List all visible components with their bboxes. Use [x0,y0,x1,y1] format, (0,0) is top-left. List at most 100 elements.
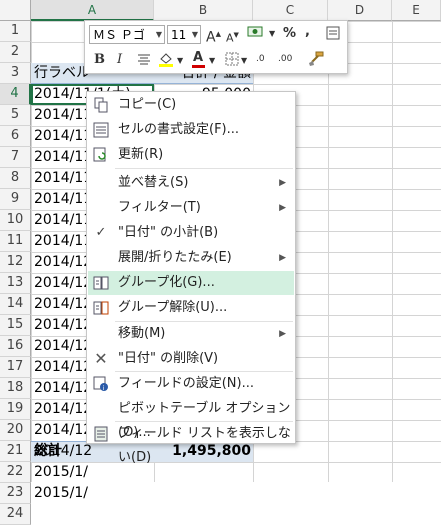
refresh-icon [93,147,109,163]
menu-item-9[interactable]: グループ解除(U)... [88,296,294,320]
font-size-value: 11 [171,28,187,42]
menu-item-1[interactable]: コピー(C) [88,93,294,117]
field-list-icon [93,426,109,442]
increase-decimal-button[interactable]: .0 [256,50,265,68]
font-name-box[interactable]: ＭＳ Ｐゴ ▼ [89,25,165,44]
menu-item-label: セルの書式設定(F)... [118,122,240,137]
row-header-7[interactable]: 7 [0,147,31,168]
chevron-right-icon: ▶ [279,329,286,339]
menu-item-4[interactable]: 並べ替え(S) ▶ [88,171,294,195]
group-icon [93,275,109,291]
font-name-value: ＭＳ Ｐゴ [93,28,145,42]
menu-item-label: 更新(R) [118,147,164,162]
row-header-13[interactable]: 13 [0,273,31,294]
row-header-19[interactable]: 19 [0,399,31,420]
percent-style-button[interactable]: % [283,25,296,43]
bold-button[interactable]: B [94,51,105,69]
font-color-button[interactable]: A [192,49,205,68]
row-header-22[interactable]: 22 [0,462,31,483]
row-header-11[interactable]: 11 [0,231,31,252]
copy-icon [93,97,109,113]
comma-style-button[interactable]: , [305,23,310,41]
menu-item-11[interactable]: ✕ "日付" の削除(V) [88,347,294,371]
row-header-24[interactable]: 24 [0,504,31,525]
fill-color-icon[interactable] [157,50,175,74]
row-header-2[interactable]: 2 [0,42,31,63]
chevron-right-icon: ▶ [279,203,286,213]
chevron-down-icon[interactable]: ▼ [177,52,183,70]
row-header-8[interactable]: 8 [0,168,31,189]
select-all-corner[interactable] [0,0,31,21]
format-painter-box-icon[interactable] [325,25,341,47]
row-header-9[interactable]: 9 [0,189,31,210]
menu-item-label: フィールド リストを表示しない(D) [118,426,291,465]
menu-item-label: 移動(M) [118,326,166,341]
row-header-17[interactable]: 17 [0,357,31,378]
menu-item-7[interactable]: 展開/折りたたみ(E) ▶ [88,246,294,270]
column-header-e[interactable]: E [392,0,441,21]
grow-font-button[interactable]: A▲ [206,25,221,47]
shrink-font-button[interactable]: A▼ [226,26,239,48]
row-header-16[interactable]: 16 [0,336,31,357]
chevron-down-icon[interactable]: ▼ [269,25,275,43]
align-center-icon[interactable] [137,52,151,72]
field-settings-icon: i [93,376,109,392]
menu-item-13[interactable]: ピボットテーブル オプション(O)... [88,397,294,440]
decrease-decimal-button[interactable]: .00 [278,50,292,68]
menu-separator [115,168,293,169]
menu-item-6[interactable]: ✓ "日付" の小計(B) [88,221,294,245]
row-header-10[interactable]: 10 [0,210,31,231]
row-header-4[interactable]: 4 [0,84,31,105]
menu-item-5[interactable]: フィルター(T) ▶ [88,196,294,220]
menu-item-2[interactable]: セルの書式設定(F)... [88,118,294,142]
menu-item-14[interactable]: フィールド リストを表示しない(D) [88,422,294,465]
delete-x-icon: ✕ [94,349,108,368]
menu-item-label: グループ解除(U)... [118,300,228,315]
row-header-1[interactable]: 1 [0,21,31,42]
context-menu: コピー(C) セルの書式設定(F)... 更新(R) 並べ替え(S) ▶ フィルター(T)… [86,91,296,465]
menu-item-label: コピー(C) [118,97,177,112]
chevron-down-icon[interactable]: ▼ [209,52,215,70]
row-header-18[interactable]: 18 [0,378,31,399]
row-header-20[interactable]: 20 [0,420,31,441]
chevron-down-icon[interactable]: ▼ [241,52,247,70]
menu-item-label: 並べ替え(S) [118,175,189,190]
menu-item-label: "日付" の小計(B) [118,225,219,240]
menu-item-label: フィールドの設定(N)... [118,376,255,391]
row-header-15[interactable]: 15 [0,315,31,336]
format-painter-icon[interactable] [307,50,325,74]
column-header-c[interactable]: C [253,0,328,21]
menu-item-label: グループ化(G)... [118,275,215,290]
row-header-5[interactable]: 5 [0,105,31,126]
ungroup-icon [93,300,109,316]
menu-item-label: "日付" の削除(V) [118,351,219,366]
row-header-12[interactable]: 12 [0,252,31,273]
italic-button[interactable]: I [117,51,122,69]
row-header-23[interactable]: 23 [0,483,31,504]
menu-item-label: フィルター(T) [118,200,201,215]
borders-icon[interactable] [225,52,239,72]
font-size-box[interactable]: 11 ▼ [167,25,201,44]
menu-item-8[interactable]: グループ化(G)... [88,271,294,295]
amount-cell[interactable] [156,483,251,504]
chevron-down-icon[interactable]: ▼ [156,26,162,44]
mini-toolbar: ＭＳ Ｐゴ ▼ 11 ▼ A▲ A▼ ▼ % , B I ▼ A ▼ ▼ .0 … [84,20,348,74]
chevron-down-icon[interactable]: ▼ [192,26,198,44]
row-header-3[interactable]: 3 [0,63,31,84]
menu-item-label: 展開/折りたたみ(E) [118,250,232,265]
chevron-right-icon: ▶ [279,178,286,188]
menu-item-10[interactable]: 移動(M) ▶ [88,322,294,346]
row-header-21[interactable]: 21 [0,441,31,462]
column-header-b[interactable]: B [154,0,253,21]
row-header-6[interactable]: 6 [0,126,31,147]
format-cells-icon [93,122,109,138]
column-header-a[interactable]: A [31,0,154,21]
row-label-cell[interactable]: 2015/1/ [34,483,152,504]
menu-item-12[interactable]: i フィールドの設定(N)... [88,372,294,396]
chevron-right-icon: ▶ [279,253,286,263]
menu-item-3[interactable]: 更新(R) [88,143,294,167]
row-header-14[interactable]: 14 [0,294,31,315]
column-header-d[interactable]: D [328,0,392,21]
accounting-format-icon[interactable] [245,24,267,46]
checkmark-icon: ✓ [95,225,107,240]
